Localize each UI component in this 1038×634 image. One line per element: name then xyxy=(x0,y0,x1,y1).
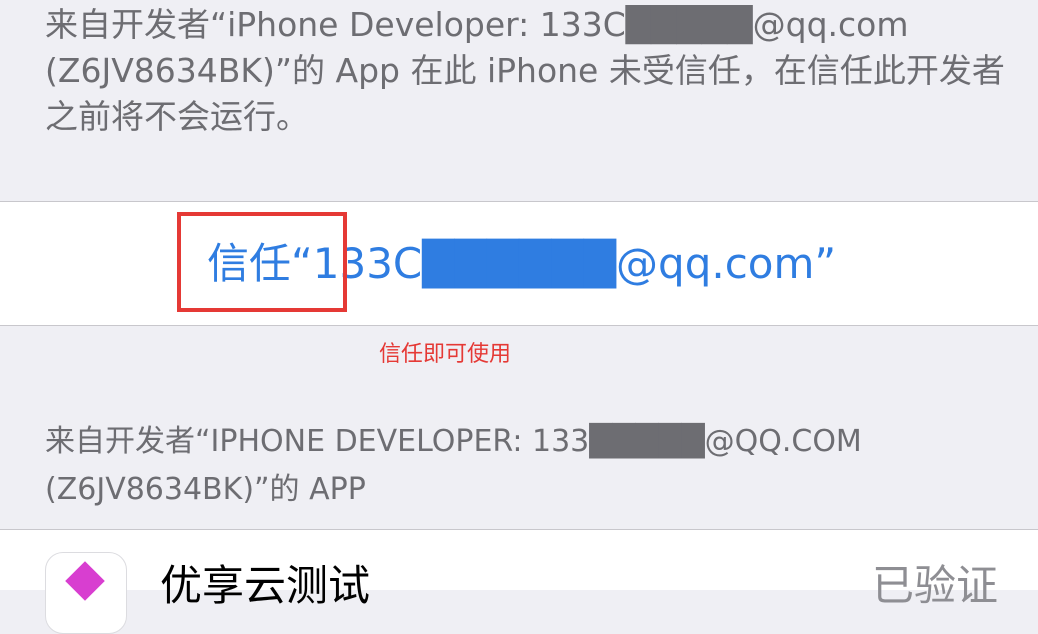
app-status: 已验证 xyxy=(871,561,998,610)
developer-trust-description: 来自开发者“iPhone Developer: 133C█████@qq.com… xyxy=(45,5,1005,136)
diamond-icon xyxy=(65,561,105,601)
app-icon xyxy=(45,552,127,634)
apps-section-header: 来自开发者“IPHONE DEVELOPER: 133█████@QQ.COM … xyxy=(45,424,862,507)
highlight-annotation-box xyxy=(177,212,347,312)
trust-developer-row[interactable]: 信任“133C██████@qq.com” xyxy=(0,201,1038,326)
app-name: 优享云测试 xyxy=(160,561,371,610)
annotation-text: 信任即可使用 xyxy=(379,342,512,367)
app-list-item[interactable]: 优享云测试 已验证 xyxy=(0,529,1038,634)
